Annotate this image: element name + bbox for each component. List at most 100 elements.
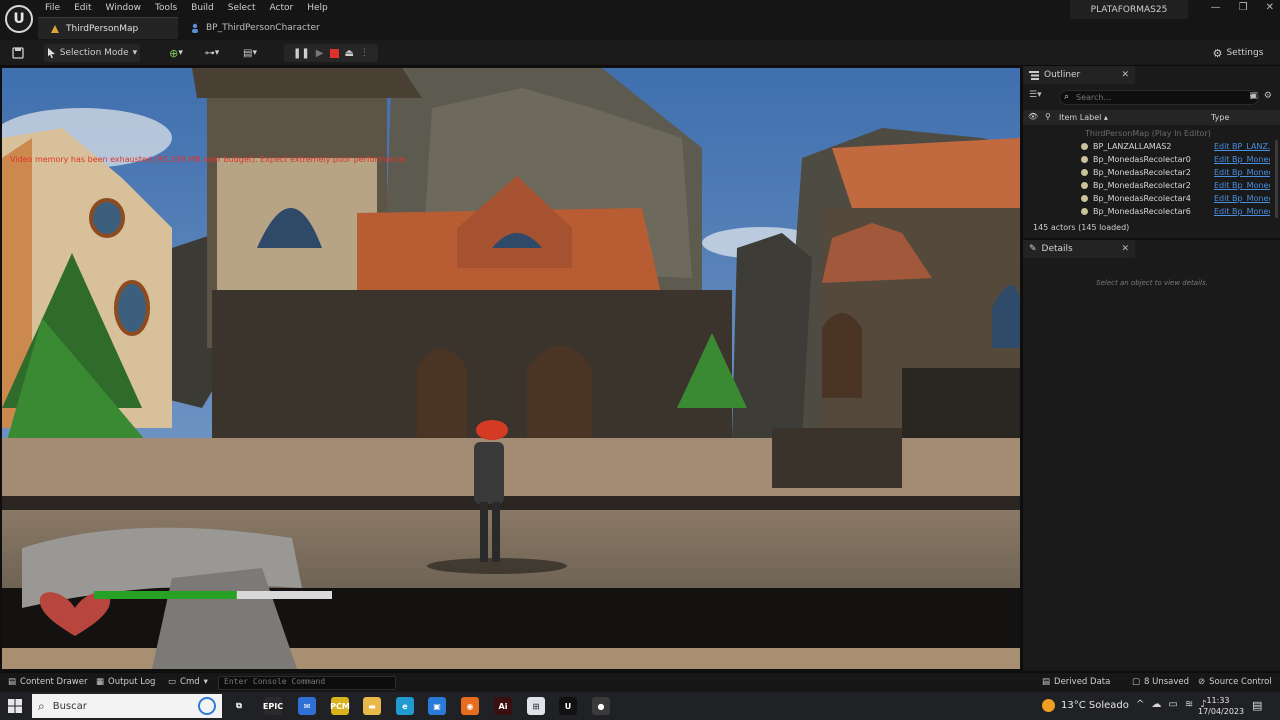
tab-details[interactable]: ✎ Details ✕ <box>1023 240 1135 258</box>
close-icon[interactable]: ✕ <box>1121 70 1129 80</box>
add-actor-button[interactable]: ⊕ ▾ <box>162 44 190 62</box>
filter-icon: ☰ <box>1029 90 1038 100</box>
outliner-scrollbar[interactable] <box>1275 140 1278 218</box>
save-button[interactable] <box>10 44 26 62</box>
stop-icon[interactable] <box>329 48 339 58</box>
door <box>527 345 592 450</box>
windows-start-icon[interactable] <box>8 699 22 713</box>
maximize-icon[interactable]: ❐ <box>1239 2 1248 13</box>
notification-icon[interactable]: ▤ <box>1252 699 1262 712</box>
chevron-down-icon: ▾ <box>203 677 208 687</box>
more-options-icon[interactable]: ⋮ <box>360 48 369 58</box>
pin-icon[interactable]: ⚲ <box>1045 112 1051 121</box>
level-viewport[interactable]: Video memory has been exhausted (95.339 … <box>2 68 1020 669</box>
outliner-group-row[interactable]: ThirdPersonMap (Play In Editor) <box>1023 127 1269 140</box>
outliner-row[interactable]: Bp_MonedasRecolectar2 Edit Bp_Monec... <box>1023 166 1270 179</box>
edit-blueprint-link[interactable]: Edit Bp_Monec... <box>1214 207 1270 216</box>
content-drawer-button[interactable]: ▤ Content Drawer <box>8 677 87 687</box>
file-explorer-icon[interactable]: ▬ <box>363 697 381 715</box>
menu-edit[interactable]: Edit <box>67 1 98 15</box>
bing-icon <box>198 697 216 715</box>
tab-bp-third-person-character[interactable]: BP_ThirdPersonCharacter <box>178 17 332 39</box>
content-drawer-label: Content Drawer <box>20 677 88 687</box>
outliner-row[interactable]: Bp_MonedasRecolectar0 Edit Bp_Monec... <box>1023 153 1270 166</box>
task-view-icon[interactable]: ⧉ <box>230 697 248 715</box>
door <box>822 313 862 398</box>
console-command-input[interactable] <box>219 677 389 686</box>
filter-dropdown[interactable]: ☰▾ <box>1029 90 1053 104</box>
epic-games-icon[interactable]: EPIC <box>263 697 283 715</box>
close-icon[interactable]: ✕ <box>1121 244 1129 254</box>
visibility-eye-icon[interactable]: 👁 <box>1028 112 1038 121</box>
mail-icon[interactable]: ✉ <box>298 697 316 715</box>
chevron-up-icon[interactable]: ^ <box>1136 699 1144 710</box>
edge-icon[interactable]: e <box>396 697 414 715</box>
outliner-panel: Outliner ✕ ☰▾ ⌕ ▾ ▣ ⚙ 👁 ⚲ Item Label ▴ T… <box>1022 66 1280 238</box>
store-icon[interactable]: ▣ <box>428 697 446 715</box>
settings-button[interactable]: ⚙ Settings <box>1206 44 1270 62</box>
ms-store-icon[interactable]: ⊞ <box>527 697 545 715</box>
menu-select[interactable]: Select <box>221 1 263 15</box>
tab-outliner[interactable]: Outliner ✕ <box>1023 66 1135 84</box>
editor-tabs: ThirdPersonMap BP_ThirdPersonCharacter <box>38 17 332 39</box>
column-item-label[interactable]: Item Label ▴ <box>1059 113 1108 122</box>
outliner-icon <box>1029 70 1039 80</box>
outliner-row[interactable]: BP_LANZALLAMAS2 Edit BP_LANZ... <box>1023 140 1270 153</box>
house-wall <box>212 290 732 450</box>
derived-data-button[interactable]: ▤ Derived Data <box>1042 677 1110 687</box>
column-type[interactable]: Type <box>1211 113 1229 122</box>
edit-blueprint-link[interactable]: Edit Bp_Monec... <box>1214 181 1270 190</box>
frame-skip-icon[interactable]: ▶ <box>316 48 324 59</box>
source-control-button[interactable]: ⊘ Source Control <box>1198 677 1272 687</box>
recorder-icon[interactable]: ● <box>592 697 610 715</box>
tab-third-person-map[interactable]: ThirdPersonMap <box>38 17 178 39</box>
wifi-icon[interactable]: ≋ <box>1185 699 1193 710</box>
blueprint-button[interactable]: ⊶ ▾ <box>198 44 226 62</box>
menu-file[interactable]: File <box>38 1 67 15</box>
menu-actor[interactable]: Actor <box>263 1 301 15</box>
menu-window[interactable]: Window <box>99 1 149 15</box>
chevron-down-icon: ▾ <box>1037 90 1042 100</box>
outliner-row[interactable]: Bp_MonedasRecolectar2 Edit Bp_Monec... <box>1023 179 1270 192</box>
cinematics-button[interactable]: ▤ ▾ <box>236 44 264 62</box>
clock[interactable]: 11:33 17/04/2023 <box>1198 695 1244 717</box>
edit-blueprint-link[interactable]: Edit BP_LANZ... <box>1214 142 1270 151</box>
gear-icon[interactable]: ⚙ <box>1264 91 1272 101</box>
taskbar-search[interactable]: ⌕ Buscar <box>32 694 222 718</box>
edit-blueprint-link[interactable]: Edit Bp_Monec... <box>1214 168 1270 177</box>
unreal-taskbar-icon[interactable]: U <box>559 697 577 715</box>
outliner-column-header: 👁 ⚲ Item Label ▴ Type <box>1023 110 1280 125</box>
menu-build[interactable]: Build <box>184 1 221 15</box>
new-folder-icon[interactable]: ▣ <box>1249 91 1258 101</box>
weather-widget[interactable]: 13°C Soleado <box>1042 699 1129 712</box>
output-log-label: Output Log <box>108 677 156 687</box>
battery-icon[interactable]: ▭ <box>1168 699 1177 710</box>
menu-help[interactable]: Help <box>300 1 335 15</box>
firefox-icon[interactable]: ◉ <box>461 697 479 715</box>
close-icon[interactable]: ✕ <box>1266 2 1274 13</box>
content-drawer-icon: ▤ <box>8 677 17 687</box>
outliner-row[interactable]: Bp_MonedasRecolectar4 Edit Bp_Monec... <box>1023 192 1270 205</box>
edit-blueprint-link[interactable]: Edit Bp_Monec... <box>1214 155 1270 164</box>
output-log-button[interactable]: ▦ Output Log <box>96 677 155 687</box>
illustrator-icon[interactable]: Ai <box>494 697 512 715</box>
outliner-search: ⌕ ▾ <box>1059 90 1259 105</box>
unsaved-button[interactable]: ▢ 8 Unsaved <box>1132 677 1189 687</box>
eject-icon[interactable]: ⏏ <box>345 48 354 59</box>
minimize-icon[interactable]: — <box>1211 2 1221 13</box>
selection-mode-dropdown[interactable]: Selection Mode ▾ <box>44 44 140 62</box>
actor-label: Bp_MonedasRecolectar6 <box>1093 207 1191 216</box>
edit-blueprint-link[interactable]: Edit Bp_Monec... <box>1214 194 1270 203</box>
menu-tools[interactable]: Tools <box>148 1 184 15</box>
outliner-search-input[interactable] <box>1076 93 1241 102</box>
cmd-dropdown[interactable]: ▭ Cmd ▾ <box>168 677 208 687</box>
settings-label: Settings <box>1226 48 1264 58</box>
tab-label: ThirdPersonMap <box>66 23 139 34</box>
actor-label: BP_LANZALLAMAS2 <box>1093 142 1172 151</box>
pcm-icon[interactable]: PCM <box>330 697 350 715</box>
cmd-label: Cmd <box>180 677 200 687</box>
pause-icon[interactable]: ❚❚ <box>293 48 310 59</box>
cloud-icon[interactable]: ☁ <box>1151 699 1161 710</box>
outliner-row[interactable]: Bp_MonedasRecolectar6 Edit Bp_Monec... <box>1023 205 1270 218</box>
unreal-logo-icon[interactable]: U <box>5 5 33 33</box>
